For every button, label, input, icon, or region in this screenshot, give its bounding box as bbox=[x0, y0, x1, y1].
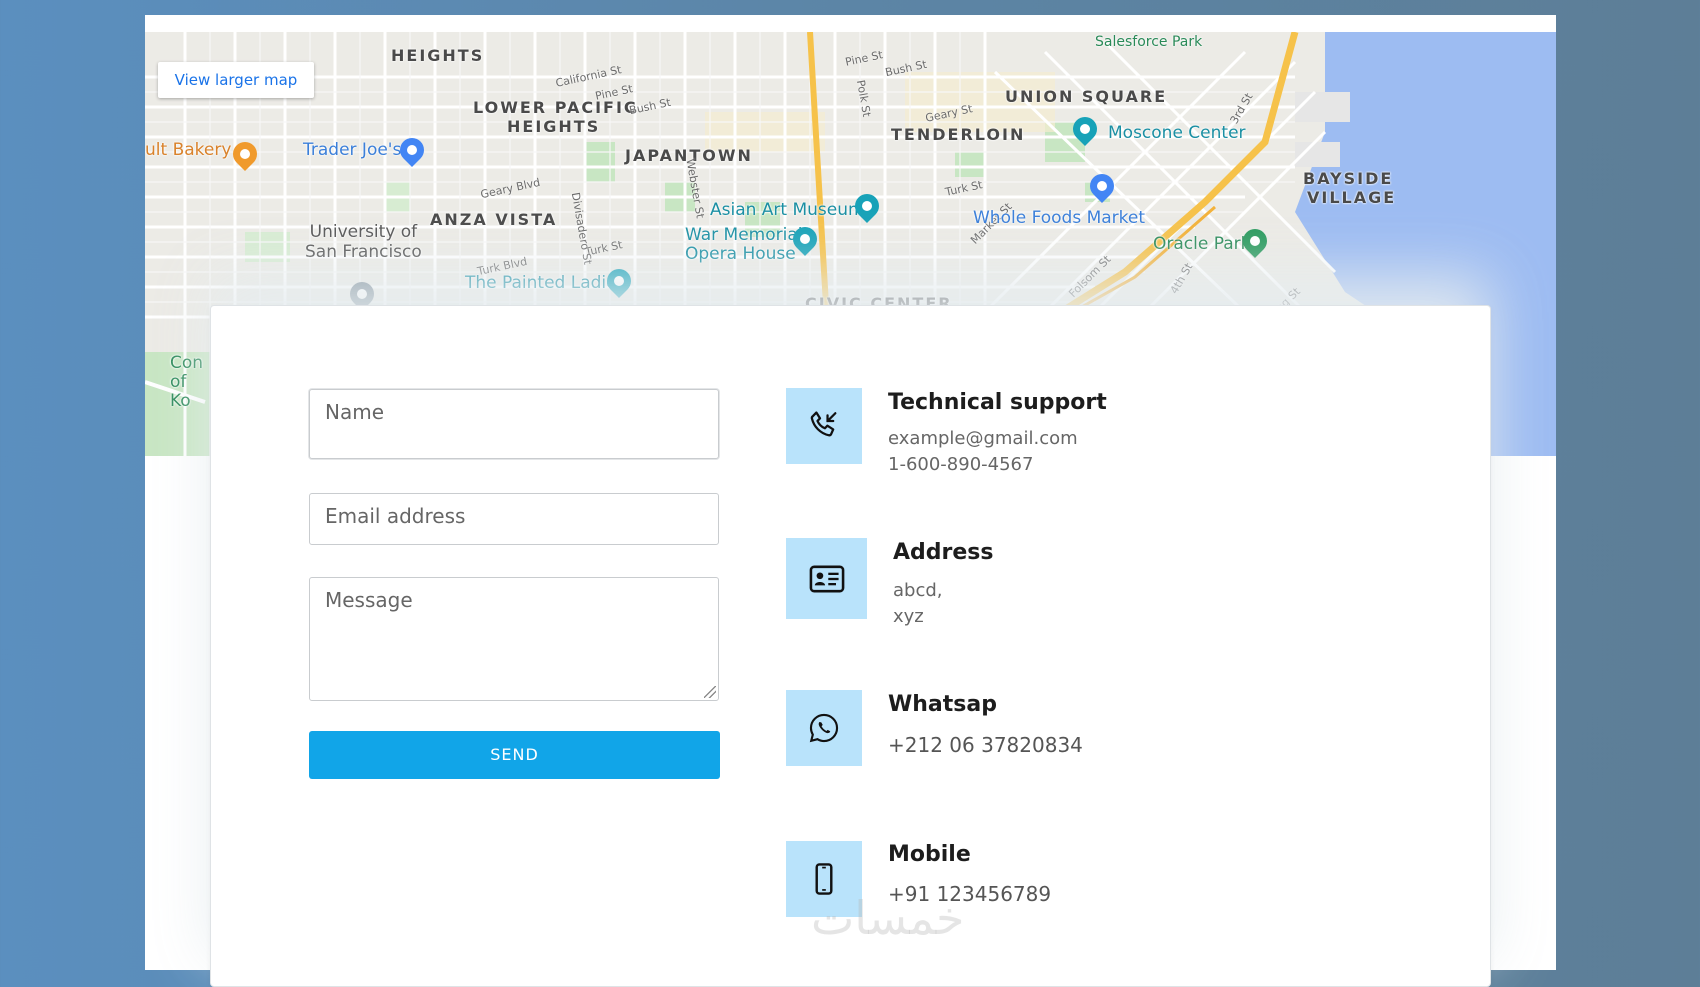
contact-address-line: xyz bbox=[893, 606, 924, 627]
map-area-label: UNION SQUARE bbox=[1005, 87, 1168, 106]
map-poi-label-line: of bbox=[170, 372, 187, 392]
contact-title: Address bbox=[893, 540, 994, 565]
map-area-label: VILLAGE bbox=[1307, 188, 1397, 207]
map-poi-label[interactable]: ult Bakery bbox=[145, 140, 231, 160]
id-card-icon bbox=[809, 565, 844, 592]
contact-icon-box bbox=[786, 690, 862, 766]
message-textarea[interactable]: Message bbox=[309, 577, 719, 701]
map-poi-label[interactable]: Trader Joe's bbox=[303, 140, 401, 160]
map-area-label: HEIGHTS bbox=[391, 46, 485, 65]
map-poi-label-line: Opera House bbox=[685, 244, 796, 264]
map-poi-label[interactable]: Salesforce Park bbox=[1095, 34, 1202, 50]
message-placeholder: Message bbox=[325, 588, 413, 612]
map-poi-label[interactable]: University of San Francisco bbox=[305, 222, 422, 262]
map-area-label: HEIGHTS bbox=[507, 117, 601, 136]
whatsapp-icon bbox=[809, 713, 839, 743]
contact-icon-box bbox=[786, 388, 862, 464]
name-input[interactable]: Name bbox=[309, 389, 719, 459]
map-poi-label[interactable]: Asian Art Museum bbox=[710, 200, 865, 220]
map-poi-label-line: Con bbox=[170, 353, 204, 373]
page-container: HEIGHTS LOWER PACIFIC HEIGHTS JAPANTOWN … bbox=[145, 15, 1556, 987]
map-poi-label[interactable]: Oracle Park bbox=[1153, 234, 1250, 254]
map-poi-label[interactable]: Moscone Center bbox=[1108, 123, 1246, 143]
contact-phone[interactable]: 1-600-890-4567 bbox=[888, 454, 1033, 475]
map-poi-label[interactable]: Whole Foods Market bbox=[973, 208, 1145, 228]
map-poi-label-line: San Francisco bbox=[305, 242, 422, 262]
map-poi-label[interactable]: The Painted Ladies bbox=[465, 273, 625, 293]
email-input[interactable]: Email address bbox=[309, 493, 719, 545]
map-poi-label-line: University of bbox=[309, 222, 418, 242]
contact-email[interactable]: example@gmail.com bbox=[888, 428, 1078, 449]
contact-title: Whatsap bbox=[888, 692, 997, 717]
map-area-label: BAYSIDE bbox=[1303, 169, 1394, 188]
contact-icon-box bbox=[786, 538, 867, 619]
watermark: خمسات bbox=[811, 891, 965, 945]
contact-card: Name Email address Message SEND Technica… bbox=[210, 305, 1491, 987]
contact-title: Technical support bbox=[888, 390, 1107, 415]
map-area-label: ANZA VISTA bbox=[430, 210, 558, 229]
phone-incoming-icon bbox=[810, 411, 837, 437]
map-poi-label-line: Ko bbox=[170, 391, 191, 411]
contact-address-line: abcd, bbox=[893, 580, 943, 601]
view-larger-map-link[interactable]: View larger map bbox=[158, 62, 314, 98]
resize-grip-icon[interactable] bbox=[704, 686, 716, 698]
contact-title: Mobile bbox=[888, 842, 971, 867]
map-area-label: LOWER PACIFIC bbox=[473, 98, 638, 117]
map-poi-label[interactable]: War Memorial Opera House bbox=[685, 226, 802, 264]
contact-whatsapp-number[interactable]: +212 06 37820834 bbox=[888, 733, 1083, 757]
map-poi-label-line: War Memorial bbox=[685, 225, 803, 245]
map-area-label: TENDERLOIN bbox=[891, 125, 1026, 144]
send-button[interactable]: SEND bbox=[309, 731, 720, 779]
map-poi-label[interactable]: Con of Ko bbox=[170, 354, 203, 411]
